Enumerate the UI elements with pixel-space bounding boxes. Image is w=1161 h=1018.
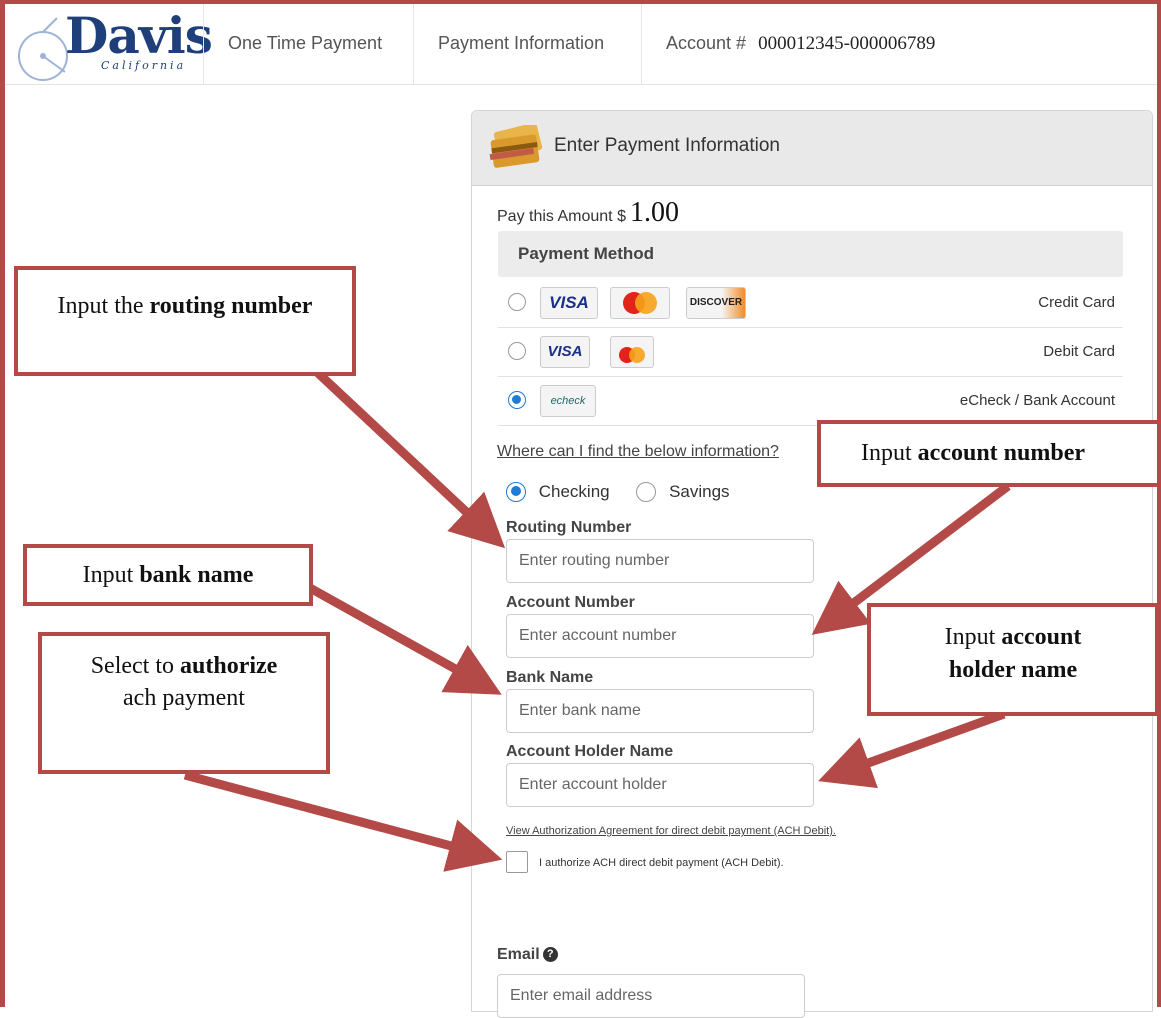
email-label: Email? <box>497 946 558 964</box>
nav-payment-information[interactable]: Payment Information <box>413 4 628 84</box>
email-input[interactable] <box>497 974 805 1018</box>
echeck-label: eCheck / Bank Account <box>959 392 1115 409</box>
authorize-ach-label: I authorize ACH direct debit payment (AC… <box>539 857 784 869</box>
amount-row: Pay this Amount $1.00 <box>497 197 679 229</box>
top-header: Davis California One Time Payment Paymen… <box>5 4 1157 85</box>
routing-number-label: Routing Number <box>506 519 632 536</box>
savings-label: Savings <box>669 481 730 501</box>
radio-savings[interactable] <box>636 481 657 502</box>
callout-routing: Input the routing number <box>14 266 356 376</box>
panel-title: Enter Payment Information <box>554 135 780 156</box>
radio-credit-card[interactable] <box>508 293 526 311</box>
callout-account-number: Input account number <box>817 420 1161 487</box>
callout-account-holder: Input account holder name <box>867 603 1159 716</box>
account-label: Account # <box>666 33 747 53</box>
panel-header: Enter Payment Information <box>472 111 1152 186</box>
amount-label: Pay this Amount $ <box>497 208 626 225</box>
debit-mastercard-logo <box>610 336 654 368</box>
bicycle-icon <box>18 17 68 81</box>
mastercard-logo <box>610 287 670 319</box>
method-debit-card[interactable]: VISA Debit Card <box>498 328 1123 377</box>
bank-name-input[interactable] <box>506 689 814 733</box>
arrow-routing <box>314 369 506 549</box>
method-credit-card[interactable]: VISA DISCOVER Credit Card <box>498 279 1123 328</box>
frame-border-right <box>1157 0 1161 1007</box>
echeck-logo: echeck <box>540 385 596 417</box>
callout-bank-name: Input bank name <box>23 544 313 606</box>
arrow-authorize <box>183 770 503 872</box>
account-number-label: Account Number <box>506 594 635 611</box>
radio-echeck[interactable] <box>508 391 526 409</box>
radio-debit-card[interactable] <box>508 342 526 360</box>
authorize-ach-checkbox[interactable] <box>506 851 528 873</box>
visa-debit-logo: VISA <box>540 336 590 368</box>
visa-logo: VISA <box>540 287 598 319</box>
payment-method-heading: Payment Method <box>498 231 1123 277</box>
debit-card-label: Debit Card <box>1043 343 1115 360</box>
credit-card-label: Credit Card <box>1038 294 1115 311</box>
method-echeck[interactable]: echeck eCheck / Bank Account <box>498 377 1123 426</box>
discover-logo: DISCOVER <box>686 287 746 319</box>
callout-authorize: Select to authorize ach payment <box>38 632 330 774</box>
authorization-agreement-link[interactable]: View Authorization Agreement for direct … <box>506 825 836 837</box>
account-holder-input[interactable] <box>506 763 814 807</box>
amount-value: 1.00 <box>629 197 679 228</box>
account-value: 000012345-000006789 <box>758 33 936 54</box>
arrow-bank <box>307 584 502 695</box>
nav-one-time-payment[interactable]: One Time Payment <box>203 4 406 84</box>
help-icon[interactable]: ? <box>542 947 558 963</box>
davis-logo[interactable]: Davis California <box>13 4 213 84</box>
payment-panel: Enter Payment Information Pay this Amoun… <box>471 110 1153 1018</box>
account-type-group: Checking Savings <box>506 481 730 502</box>
logo-subtitle: California <box>101 59 187 72</box>
account-number-display: Account # 000012345-000006789 <box>641 4 959 84</box>
credit-cards-icon <box>489 125 543 168</box>
checking-label: Checking <box>538 481 610 501</box>
account-number-input[interactable] <box>506 614 814 658</box>
radio-checking[interactable] <box>506 481 526 502</box>
routing-number-input[interactable] <box>506 539 814 583</box>
bank-name-label: Bank Name <box>506 669 594 686</box>
frame-border-left <box>0 0 5 1007</box>
where-to-find-info-link[interactable]: Where can I find the below information? <box>497 443 779 461</box>
logo-wordmark: Davis <box>65 6 213 65</box>
account-holder-label: Account Holder Name <box>506 743 674 760</box>
